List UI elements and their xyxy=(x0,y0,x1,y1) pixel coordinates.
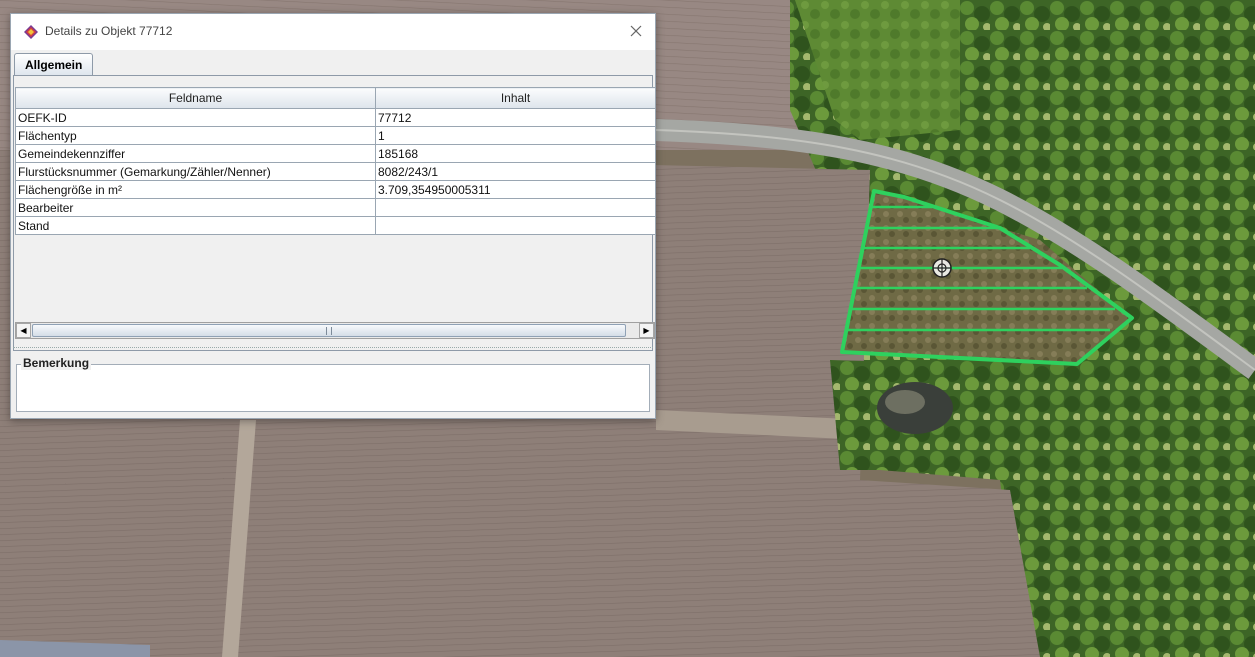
horizontal-scrollbar[interactable]: ◀ ▶ xyxy=(15,322,655,339)
field-value-cell[interactable]: 1 xyxy=(375,126,656,145)
field-name-cell: Flächentyp xyxy=(15,126,376,145)
field-name-cell: Stand xyxy=(15,216,376,235)
tab-panel-allgemein: Feldname Inhalt OEFK-ID 77712 Flächentyp… xyxy=(13,75,656,351)
field-value-cell[interactable] xyxy=(375,198,656,217)
tab-strip: Allgemein xyxy=(11,50,655,76)
scroll-left-arrow-icon[interactable]: ◀ xyxy=(16,323,31,338)
tab-allgemein[interactable]: Allgemein xyxy=(14,53,94,75)
scrollbar-thumb[interactable] xyxy=(32,324,626,337)
field-value-cell[interactable] xyxy=(375,216,656,235)
app-diamond-icon xyxy=(24,25,38,39)
field-value-cell[interactable]: 3.709,354950005311 xyxy=(375,180,656,199)
scrollbar-grip-icon xyxy=(326,327,332,335)
field-name-cell: Gemeindekennziffer xyxy=(15,144,376,163)
table-header-row: Feldname Inhalt xyxy=(15,87,656,109)
panel-splitter[interactable] xyxy=(13,347,653,352)
field-name-cell: Bearbeiter xyxy=(15,198,376,217)
field-name-cell: Flurstücksnummer (Gemarkung/Zähler/Nenne… xyxy=(15,162,376,181)
field-name-cell: OEFK-ID xyxy=(15,108,376,127)
table-row[interactable]: OEFK-ID 77712 xyxy=(15,108,656,127)
field-value-cell[interactable]: 185168 xyxy=(375,144,656,163)
field-name-cell: Flächengröße in m² xyxy=(15,180,376,199)
table-row[interactable]: Bearbeiter xyxy=(15,198,656,217)
table-row[interactable]: Flurstücksnummer (Gemarkung/Zähler/Nenne… xyxy=(15,162,656,181)
remarks-group: Bemerkung xyxy=(16,356,650,412)
field-value-cell[interactable]: 77712 xyxy=(375,108,656,127)
table-row[interactable]: Flächengröße in m² 3.709,354950005311 xyxy=(15,180,656,199)
column-header-inhalt[interactable]: Inhalt xyxy=(375,87,656,109)
crosshair-target-icon[interactable] xyxy=(932,258,952,278)
object-details-dialog: Details zu Objekt 77712 Allgemein Feldna… xyxy=(10,13,656,419)
column-header-feldname[interactable]: Feldname xyxy=(15,87,376,109)
scroll-right-arrow-icon[interactable]: ▶ xyxy=(639,323,654,338)
remarks-label: Bemerkung xyxy=(21,356,92,370)
dialog-titlebar[interactable]: Details zu Objekt 77712 xyxy=(11,14,655,50)
remarks-textarea[interactable] xyxy=(19,377,647,409)
attribute-table: Feldname Inhalt OEFK-ID 77712 Flächentyp… xyxy=(15,87,656,235)
close-icon[interactable] xyxy=(627,22,645,40)
field-value-cell[interactable]: 8082/243/1 xyxy=(375,162,656,181)
table-row[interactable]: Gemeindekennziffer 185168 xyxy=(15,144,656,163)
table-row[interactable]: Stand xyxy=(15,216,656,235)
dialog-title: Details zu Objekt 77712 xyxy=(45,24,173,38)
table-row[interactable]: Flächentyp 1 xyxy=(15,126,656,145)
